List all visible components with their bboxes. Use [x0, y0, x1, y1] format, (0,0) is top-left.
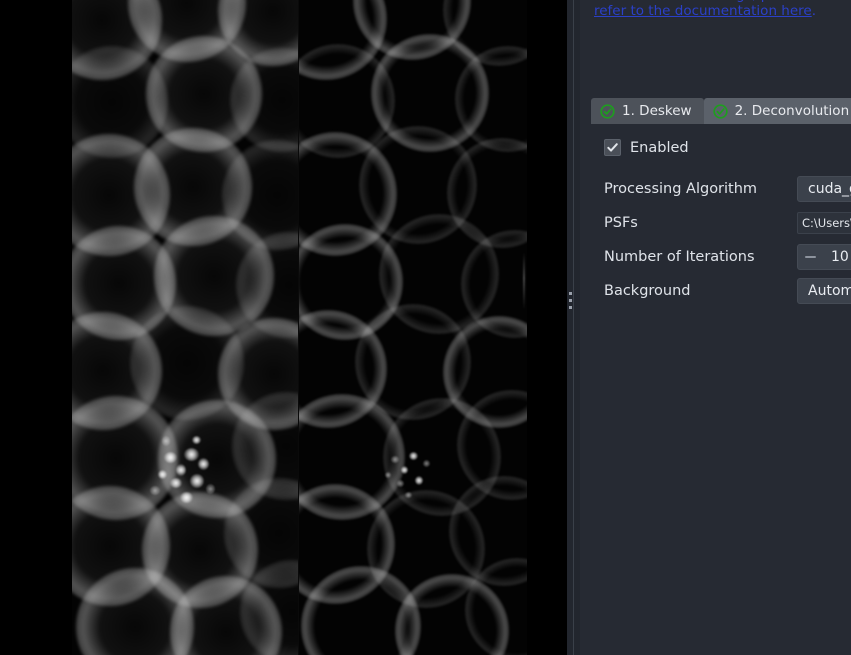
form-row-psfs: PSFs C:\Users\P — [604, 206, 851, 240]
form-row-background: Background Automa — [604, 274, 851, 308]
enabled-label: Enabled — [630, 139, 689, 156]
deskewed-image — [72, 0, 298, 655]
background-control: Automa — [797, 278, 851, 304]
check-circle-icon — [712, 103, 728, 119]
number-of-iterations-label: Number of Iterations — [604, 249, 755, 265]
splitter-line — [573, 0, 574, 655]
documentation-period: . — [811, 3, 817, 19]
image-viewer[interactable] — [0, 0, 567, 655]
psfs-input[interactable]: C:\Users\P — [797, 212, 851, 234]
enabled-checkbox[interactable] — [604, 139, 621, 156]
documentation-line: refer to the documentation here. — [594, 0, 851, 19]
tab-deconvolution-label: 2. Deconvolution — [734, 103, 850, 119]
number-of-iterations-control: 10 — [797, 244, 851, 270]
splitter-grip-icon[interactable] — [569, 292, 572, 309]
processing-algorithm-value: cuda_gp — [808, 181, 851, 197]
deskewed-preview-pane[interactable] — [72, 0, 298, 655]
processing-algorithm-combobox[interactable]: cuda_gp — [797, 176, 851, 202]
deconvolved-image — [299, 0, 527, 655]
processing-algorithm-label: Processing Algorithm — [604, 181, 758, 197]
background-combobox[interactable]: Automa — [797, 278, 851, 304]
enabled-checkbox-row[interactable]: Enabled — [604, 139, 689, 156]
processing-algorithm-control: cuda_gp — [797, 176, 851, 202]
form-row-processing-algorithm: Processing Algorithm cuda_gp — [604, 172, 851, 206]
panel-splitter[interactable] — [567, 0, 580, 655]
tab-deskew[interactable]: 1. Deskew — [591, 98, 704, 124]
psfs-label: PSFs — [604, 215, 638, 231]
background-label: Background — [604, 283, 691, 299]
tab-deconvolution[interactable]: 2. Deconvolution — [703, 98, 851, 124]
number-of-iterations-spinbox[interactable]: 10 — [797, 244, 851, 270]
settings-panel: recommended settings, please see notes, … — [580, 0, 851, 655]
documentation-link[interactable]: refer to the documentation here — [594, 3, 812, 19]
decrement-button[interactable] — [798, 245, 822, 269]
application-window: recommended settings, please see notes, … — [0, 0, 851, 655]
psfs-control: C:\Users\P — [797, 212, 851, 234]
psfs-value: C:\Users\P — [802, 216, 851, 230]
checkmark-icon — [607, 143, 618, 152]
deconvolution-settings-form: Processing Algorithm cuda_gp PSFs C:\Use… — [604, 172, 851, 308]
form-row-number-of-iterations: Number of Iterations 10 — [604, 240, 851, 274]
check-circle-icon — [600, 103, 615, 119]
background-value: Automa — [808, 283, 851, 299]
tab-deskew-label: 1. Deskew — [622, 103, 692, 119]
number-of-iterations-value: 10 — [831, 249, 849, 265]
deconvolved-preview-pane[interactable] — [299, 0, 527, 655]
workflow-tabbar: 1. Deskew 2. Deconvolution — [591, 98, 851, 124]
